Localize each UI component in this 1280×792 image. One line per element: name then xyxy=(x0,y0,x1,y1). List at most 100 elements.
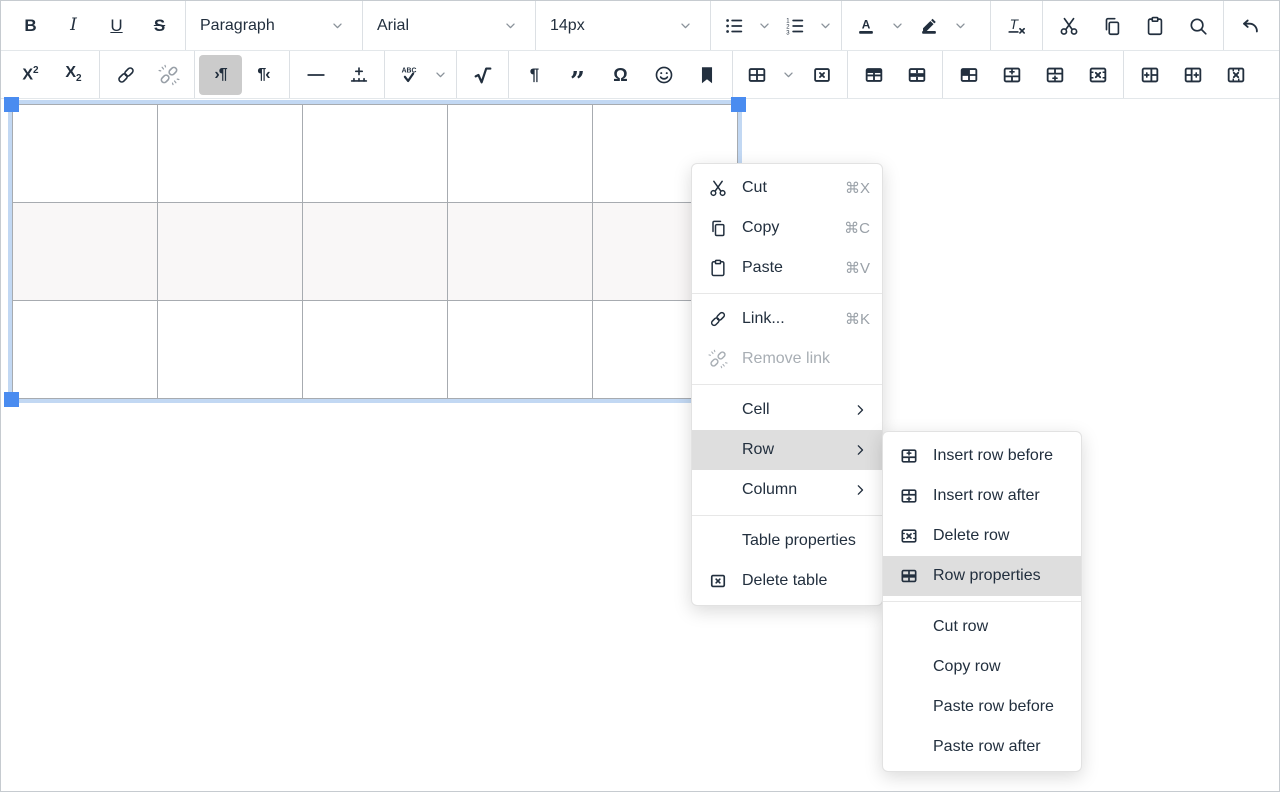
table-cell[interactable] xyxy=(303,105,448,203)
highlight-color-dropdown[interactable] xyxy=(949,6,972,46)
bullet-list-button[interactable] xyxy=(715,6,753,46)
text-color-dropdown[interactable] xyxy=(886,6,909,46)
rtl-icon: ¶‹ xyxy=(257,67,269,83)
menu-item-cell[interactable]: Cell xyxy=(692,390,882,430)
table-properties-button[interactable] xyxy=(852,55,895,95)
cell-properties-button[interactable] xyxy=(947,55,990,95)
resize-handle-bottom-left[interactable] xyxy=(4,392,19,407)
horizontal-rule-button[interactable] xyxy=(294,55,337,95)
menu-item-table-properties[interactable]: Table properties xyxy=(692,521,882,561)
undo-button[interactable] xyxy=(1228,6,1271,46)
superscript-icon: X2 xyxy=(22,66,38,83)
table-cell[interactable] xyxy=(158,301,303,399)
unlink-button[interactable] xyxy=(147,55,190,95)
bold-button[interactable]: B xyxy=(9,6,52,46)
numbered-list-button[interactable] xyxy=(776,6,814,46)
menu-item-cut[interactable]: Cut ⌘X xyxy=(692,168,882,208)
highlight-color-button[interactable] xyxy=(909,6,949,46)
insert-column-before-button[interactable] xyxy=(1128,55,1171,95)
formula-button[interactable] xyxy=(461,55,504,95)
text-color-button[interactable] xyxy=(846,6,886,46)
menu-item-column[interactable]: Column xyxy=(692,470,882,510)
table-cell[interactable] xyxy=(158,203,303,301)
menu-item-label: Cut row xyxy=(933,618,1069,636)
spellcheck-button[interactable] xyxy=(389,55,429,95)
numbered-list-dropdown[interactable] xyxy=(814,6,837,46)
ltr-button[interactable]: ›¶ xyxy=(199,55,242,95)
spellcheck-dropdown[interactable] xyxy=(429,55,452,95)
emoji-icon xyxy=(653,64,675,86)
submenu-item-paste-row-after[interactable]: Paste row after xyxy=(883,727,1081,767)
delete-row-icon xyxy=(897,526,921,546)
table-cell[interactable] xyxy=(158,105,303,203)
menu-item-copy[interactable]: Copy ⌘C xyxy=(692,208,882,248)
chevron-right-icon xyxy=(850,480,870,500)
menu-item-delete-table[interactable]: Delete table xyxy=(692,561,882,601)
table-cell[interactable] xyxy=(13,203,158,301)
paragraph-marks-button[interactable]: ¶ xyxy=(513,55,556,95)
table-cell[interactable] xyxy=(303,203,448,301)
menu-item-paste[interactable]: Paste ⌘V xyxy=(692,248,882,288)
row-properties-button[interactable] xyxy=(895,55,938,95)
separator xyxy=(99,51,100,98)
cell-properties-icon xyxy=(958,64,980,86)
submenu-item-cut-row[interactable]: Cut row xyxy=(883,607,1081,647)
menu-item-row[interactable]: Row xyxy=(692,430,882,470)
menu-item-link[interactable]: Link... ⌘K xyxy=(692,299,882,339)
font-size-select[interactable]: 14px xyxy=(540,1,706,50)
insert-row-after-button[interactable] xyxy=(1033,55,1076,95)
underline-button[interactable]: U xyxy=(95,6,138,46)
italic-button[interactable]: I xyxy=(52,6,95,46)
paste-button[interactable] xyxy=(1133,6,1176,46)
submenu-item-delete-row[interactable]: Delete row xyxy=(883,516,1081,556)
insert-row-before-icon xyxy=(1001,64,1023,86)
insert-table-button[interactable] xyxy=(737,55,777,95)
subscript-icon: X2 xyxy=(65,65,81,84)
table-cell[interactable] xyxy=(448,105,593,203)
clear-formatting-icon xyxy=(1006,15,1028,37)
resize-handle-top-left[interactable] xyxy=(4,97,19,112)
menu-divider xyxy=(692,384,882,385)
special-character-button[interactable]: Ω xyxy=(599,55,642,95)
row-submenu: Insert row before Insert row after Delet… xyxy=(882,431,1082,772)
insert-row-before-button[interactable] xyxy=(990,55,1033,95)
subscript-button[interactable]: X2 xyxy=(52,55,95,95)
font-family-select[interactable]: Arial xyxy=(367,1,531,50)
delete-table-button[interactable] xyxy=(800,55,843,95)
superscript-button[interactable]: X2 xyxy=(9,55,52,95)
blockquote-button[interactable]: ” xyxy=(556,55,599,95)
delete-column-button[interactable] xyxy=(1214,55,1257,95)
paragraph-style-select[interactable]: Paragraph xyxy=(190,1,358,50)
strikethrough-button[interactable]: S xyxy=(138,6,181,46)
document-table[interactable] xyxy=(12,104,738,399)
menu-item-label: Paste row after xyxy=(933,738,1069,756)
table-cell[interactable] xyxy=(13,105,158,203)
copy-button[interactable] xyxy=(1090,6,1133,46)
submenu-item-insert-row-after[interactable]: Insert row after xyxy=(883,476,1081,516)
table-cell[interactable] xyxy=(13,301,158,399)
table-cell[interactable] xyxy=(303,301,448,399)
emoji-button[interactable] xyxy=(642,55,685,95)
separator xyxy=(942,51,943,98)
search-button[interactable] xyxy=(1176,6,1219,46)
table-cell[interactable] xyxy=(448,203,593,301)
cut-button[interactable] xyxy=(1047,6,1090,46)
link-button[interactable] xyxy=(104,55,147,95)
submenu-item-insert-row-before[interactable]: Insert row before xyxy=(883,436,1081,476)
clear-formatting-button[interactable] xyxy=(995,6,1038,46)
submenu-item-row-properties[interactable]: Row properties xyxy=(883,556,1081,596)
rtl-button[interactable]: ¶‹ xyxy=(242,55,285,95)
delete-row-button[interactable] xyxy=(1076,55,1119,95)
page-break-button[interactable] xyxy=(337,55,380,95)
chevron-down-icon xyxy=(780,66,797,83)
submenu-item-copy-row[interactable]: Copy row xyxy=(883,647,1081,687)
table-cell[interactable] xyxy=(448,301,593,399)
insert-table-dropdown[interactable] xyxy=(777,55,800,95)
bullet-list-dropdown[interactable] xyxy=(753,6,776,46)
submenu-item-paste-row-before[interactable]: Paste row before xyxy=(883,687,1081,727)
resize-handle-top-right[interactable] xyxy=(731,97,746,112)
menu-item-remove-link[interactable]: Remove link xyxy=(692,339,882,379)
anchor-button[interactable] xyxy=(685,55,728,95)
insert-column-after-button[interactable] xyxy=(1171,55,1214,95)
chevron-down-icon xyxy=(756,17,773,34)
